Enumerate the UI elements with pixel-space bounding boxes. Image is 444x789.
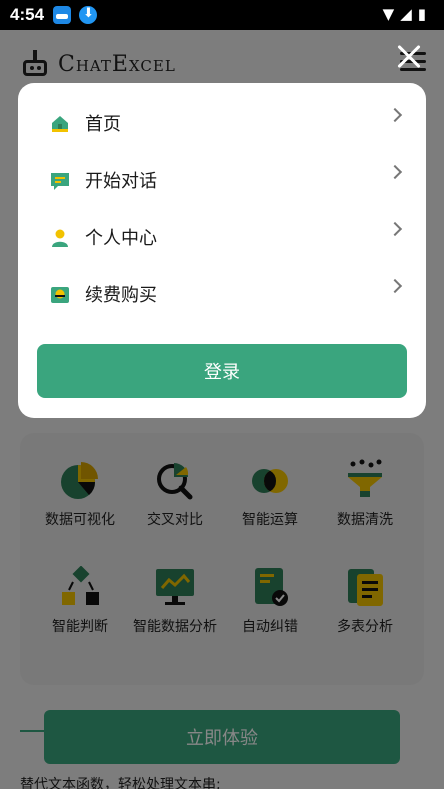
close-icon[interactable] bbox=[396, 44, 422, 70]
download-icon bbox=[79, 6, 97, 24]
menu-item-label: 续费购买 bbox=[85, 285, 157, 306]
status-time: 4:54 bbox=[10, 5, 45, 24]
wallet-icon bbox=[50, 285, 70, 305]
notification-app-icon bbox=[53, 6, 71, 24]
menu-item-start-chat[interactable]: 开始对话 bbox=[18, 153, 426, 209]
chevron-right-icon bbox=[387, 278, 403, 294]
wifi-icon: ▼ bbox=[382, 5, 401, 23]
chevron-right-icon bbox=[387, 164, 403, 180]
chevron-right-icon bbox=[387, 107, 403, 123]
menu-item-label: 个人中心 bbox=[85, 228, 157, 249]
menu-item-renew-purchase[interactable]: 续费购买 bbox=[18, 267, 426, 323]
nav-menu-panel: 首页 开始对话 个人中心 续费购买 登录 bbox=[18, 83, 426, 418]
menu-item-home[interactable]: 首页 bbox=[18, 96, 426, 152]
user-icon bbox=[50, 228, 70, 248]
menu-item-label: 首页 bbox=[85, 114, 121, 135]
home-icon bbox=[50, 114, 70, 134]
signal-icon: ◢ bbox=[400, 5, 418, 23]
chat-icon bbox=[50, 171, 70, 191]
status-bar: 4:54 ▼◢▮ bbox=[0, 0, 444, 30]
menu-item-personal-center[interactable]: 个人中心 bbox=[18, 210, 426, 266]
login-button[interactable]: 登录 bbox=[37, 344, 407, 398]
status-icons: ▼◢▮ bbox=[383, 5, 432, 23]
battery-icon: ▮ bbox=[417, 5, 432, 23]
chevron-right-icon bbox=[387, 221, 403, 237]
menu-item-label: 开始对话 bbox=[85, 171, 157, 192]
